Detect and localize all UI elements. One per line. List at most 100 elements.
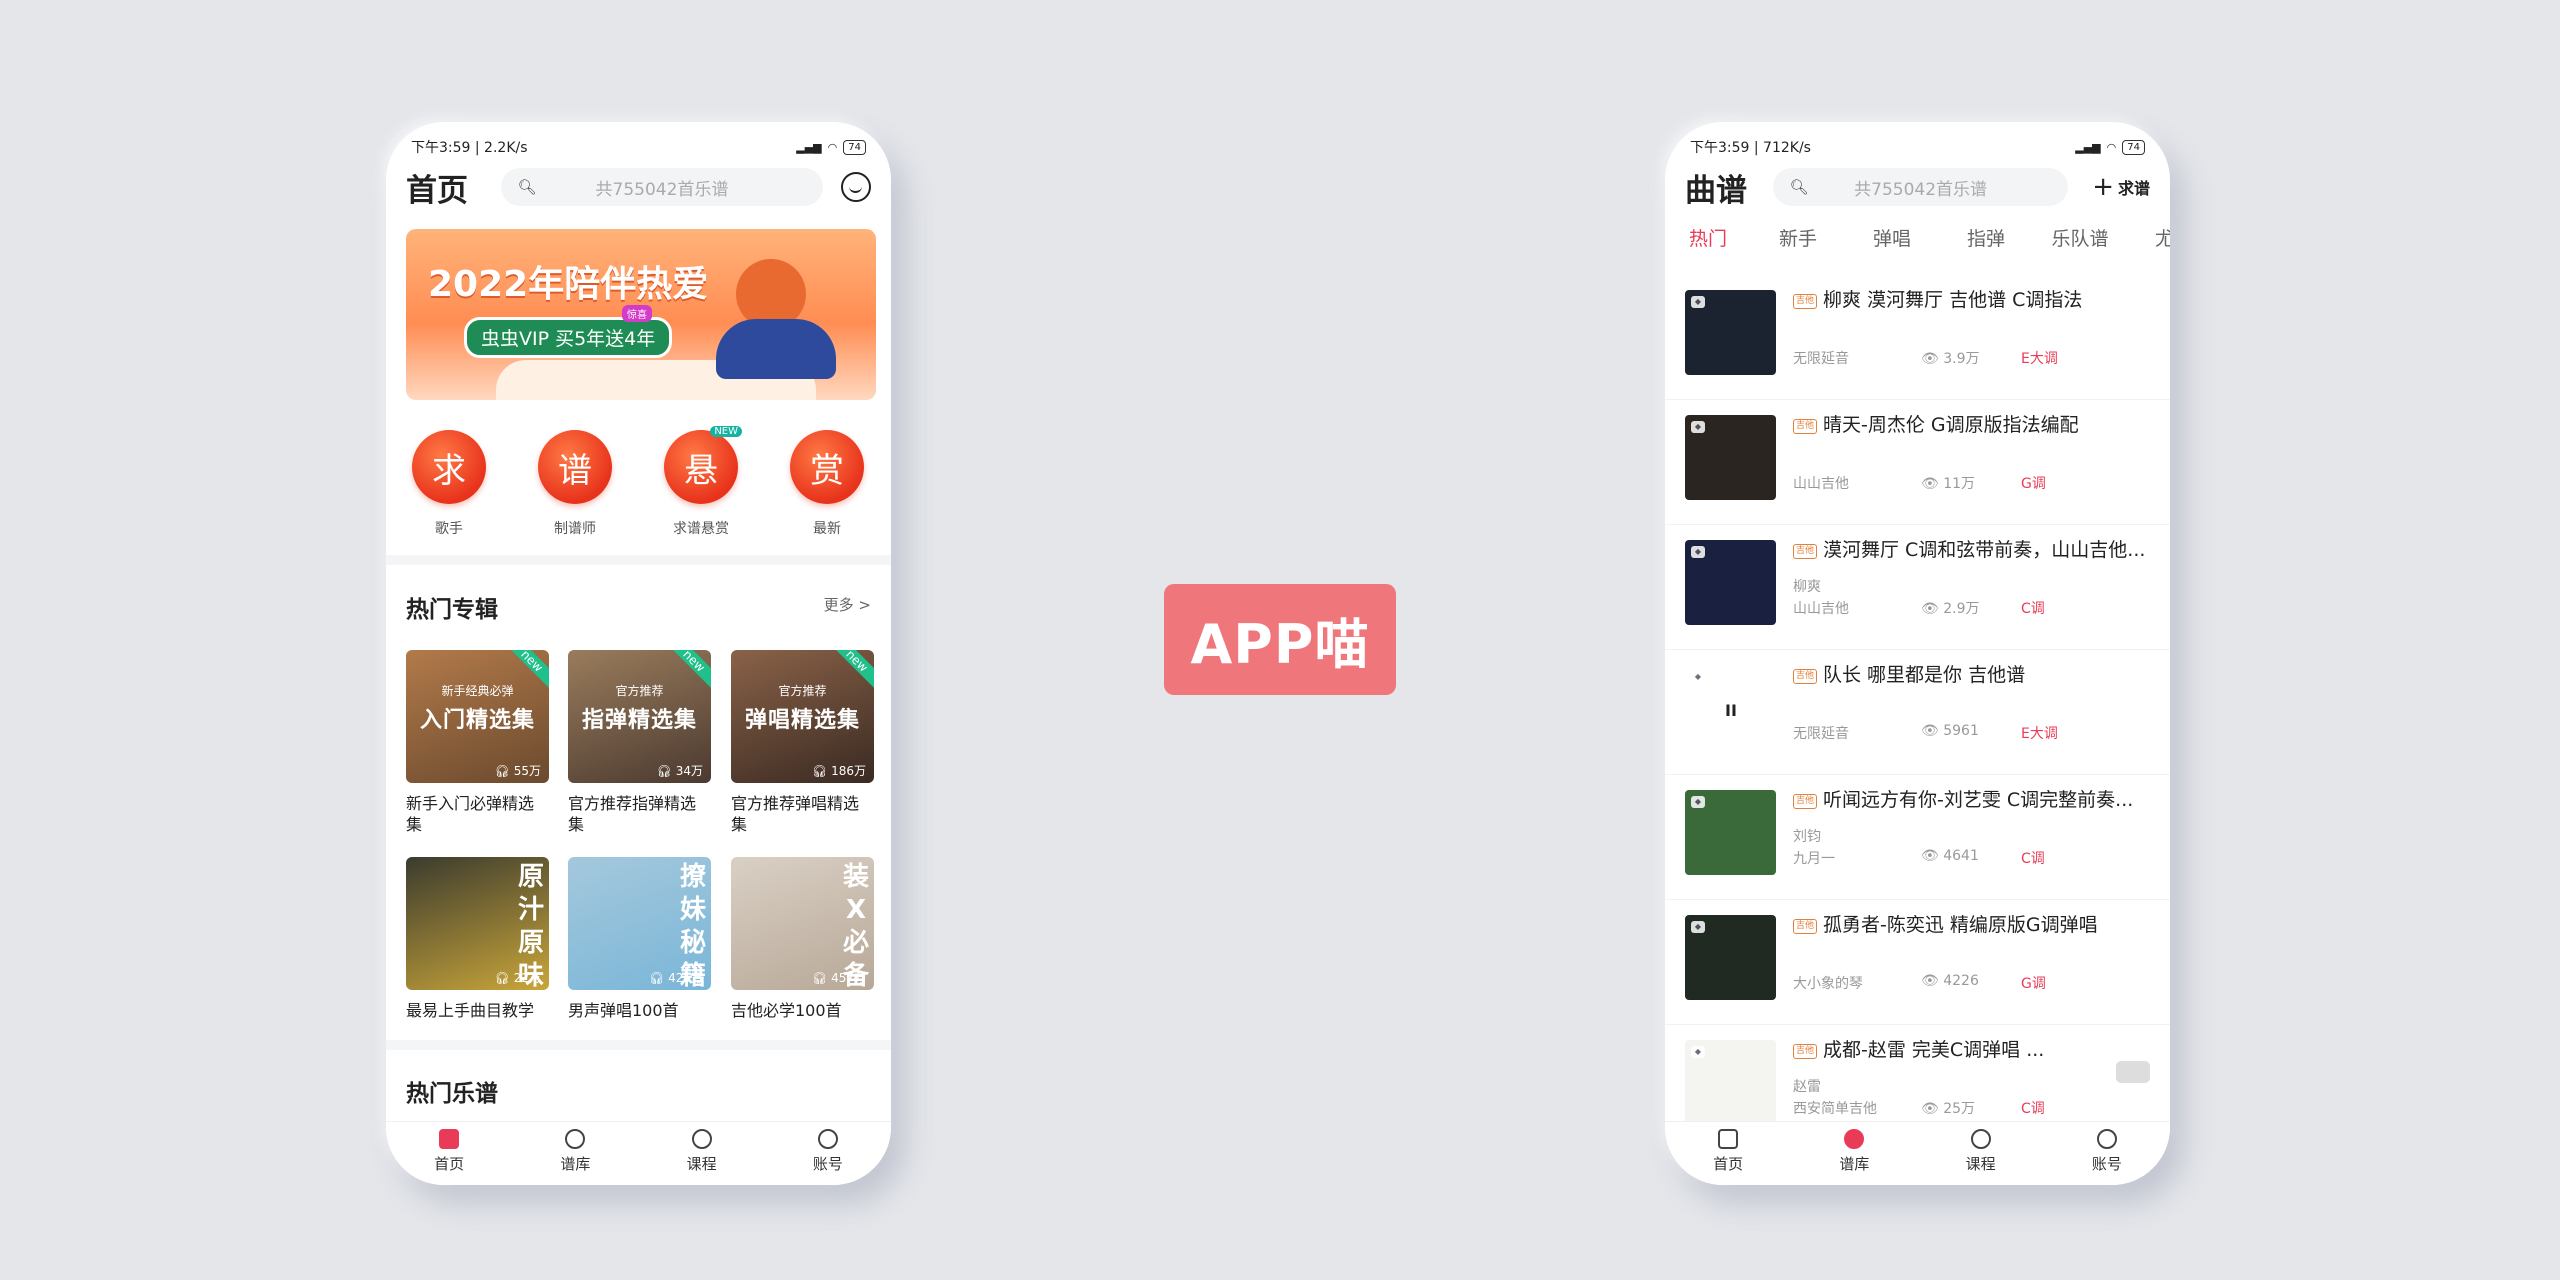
music-icon: [565, 1129, 586, 1149]
view-count: 👁︎ 3.9万: [1921, 351, 1980, 367]
search-placeholder: 共755042首乐谱: [1854, 179, 1988, 200]
quality-icon: ◆: [1691, 546, 1705, 558]
tab-band[interactable]: 乐队谱: [2033, 224, 2127, 260]
tab-hot[interactable]: 热门: [1665, 224, 1751, 260]
divider: [386, 555, 891, 565]
quick-entry-bounty[interactable]: 悬 NEW 求谱悬赏: [638, 426, 764, 538]
category-tabs: 热门 新手 弹唱 指弹 乐队谱 尤克: [1665, 224, 2170, 260]
tab-library[interactable]: 谱库: [1791, 1122, 1917, 1185]
tab-beginner[interactable]: 新手: [1751, 224, 1845, 260]
guitar-badge: 吉他: [1793, 669, 1818, 684]
guitar-badge: 吉他: [1793, 919, 1818, 934]
tab-courses[interactable]: 课程: [639, 1122, 765, 1185]
more-albums-link[interactable]: 更多 >: [824, 594, 871, 615]
view-count: 👁︎ 5961: [1921, 723, 1979, 739]
play-count: 🎧︎ 186万: [812, 764, 866, 778]
tab-ukulele[interactable]: 尤克: [2127, 224, 2170, 260]
guitar-badge: 吉他: [1793, 294, 1818, 309]
message-icon[interactable]: [841, 172, 871, 202]
search-input[interactable]: 🔍︎ 共755042首乐谱: [1773, 168, 2069, 206]
tab-account[interactable]: 账号: [2044, 1122, 2170, 1185]
album-caption: 官方推荐弹唱精选集: [731, 794, 860, 834]
album-card[interactable]: 官方推荐 指弹精选集 🎧︎ 34万 new 官方推荐指弹精选集: [568, 650, 711, 835]
tab-account[interactable]: 账号: [765, 1122, 891, 1185]
song-author: 西安简单吉他: [1793, 1101, 1877, 1117]
section-title-hot-scores: 热门乐谱: [406, 1081, 498, 1107]
page-title: 曲谱: [1685, 172, 1747, 209]
song-author: 大小象的琴: [1793, 976, 1863, 992]
play-count: 🎧︎ 22万: [494, 971, 541, 985]
play-count: 🎧︎ 34万: [656, 764, 703, 778]
song-row[interactable]: ◆ 吉他 漠河舞厅 C调和弦带前奏，山山吉他... 柳爽 山山吉他 👁︎ 2.9万 C调: [1665, 524, 2170, 650]
album-caption: 最易上手曲目教学: [406, 1001, 535, 1020]
album-cover: 官方推荐 指弹精选集 🎧︎ 34万 new: [568, 650, 711, 783]
battery-icon: 74: [2122, 139, 2145, 155]
song-row[interactable]: ◆ 吉他 孤勇者-陈奕迅 精编原版G调弹唱 大小象的琴 👁︎ 4226 G调: [1665, 899, 2170, 1025]
home-icon: [1718, 1129, 1739, 1149]
search-icon: 🔍︎: [1789, 178, 1809, 196]
song-row[interactable]: ◆ 吉他 柳爽 漠河舞厅 吉他谱 C调指法 无限延音 👁︎ 3.9万 E大调: [1665, 274, 2170, 400]
status-time: 下午3:59 | 712K/s: [1690, 140, 1811, 156]
signal-icon: ▂▄▆: [2075, 140, 2101, 154]
album-card[interactable]: 装X必备 🎧︎ 457万 吉他必学100首: [731, 857, 874, 1021]
song-title: 漠河舞厅 C调和弦带前奏，山山吉他...: [1823, 539, 2146, 561]
plus-icon: +: [2092, 172, 2114, 202]
tab-library[interactable]: 谱库: [512, 1122, 638, 1185]
watermark-label: APP喵: [1164, 584, 1396, 695]
search-input[interactable]: 🔍︎ 共755042首乐谱: [501, 168, 823, 206]
guitar-badge: 吉他: [1793, 544, 1818, 559]
tab-fingerstyle[interactable]: 指弹: [1939, 224, 2033, 260]
request-score-button[interactable]: + 求谱: [2092, 172, 2150, 202]
tab-home[interactable]: 首页: [386, 1122, 512, 1185]
quality-icon: ◆: [1691, 421, 1705, 433]
header: 曲谱 🔍︎ 共755042首乐谱 + 求谱: [1685, 162, 2150, 212]
quick-entry-icon: 赏: [790, 430, 864, 504]
promo-banner[interactable]: 2022年陪伴热爱 虫虫VIP 买5年送4年 惊喜: [406, 229, 876, 400]
song-author: 山山吉他: [1793, 601, 1849, 617]
song-singer: 柳爽: [1793, 579, 1821, 595]
song-key: G调: [2021, 976, 2046, 992]
home-icon: [439, 1129, 460, 1149]
quick-entry-singer[interactable]: 求 歌手: [386, 430, 512, 538]
pause-icon[interactable]: II: [1725, 701, 1737, 720]
new-badge: NEW: [710, 426, 742, 437]
song-key: E大调: [2021, 726, 2058, 742]
song-singer: 刘钧: [1793, 829, 1821, 845]
play-count: 🎧︎ 55万: [494, 764, 541, 778]
album-cover: 官方推荐 弹唱精选集 🎧︎ 186万 new: [731, 650, 874, 783]
album-caption: 吉他必学100首: [731, 1001, 842, 1020]
album-card[interactable]: 撩妹秘籍 🎧︎ 426万 男声弹唱100首: [568, 857, 711, 1021]
album-caption: 官方推荐指弹精选集: [568, 794, 697, 834]
play-count: 🎧︎ 426万: [649, 971, 703, 985]
quick-entry-composer[interactable]: 谱 制谱师: [512, 430, 638, 538]
song-title: 孤勇者-陈奕迅 精编原版G调弹唱: [1823, 914, 2098, 936]
song-singer: 赵雷: [1793, 1079, 1821, 1095]
banner-headline: 2022年陪伴热爱: [428, 264, 709, 305]
section-title-albums: 热门专辑: [406, 597, 498, 623]
view-count: 👁︎ 2.9万: [1921, 601, 1980, 617]
view-count: 👁︎ 4641: [1921, 848, 1979, 864]
song-row[interactable]: ◆ 吉他 队长 哪里都是你 吉他谱 无限延音 👁︎ 5961 E大调 II: [1665, 649, 2170, 775]
album-cover: 撩妹秘籍 🎧︎ 426万: [568, 857, 711, 990]
quick-entry-latest[interactable]: 赏 最新: [764, 430, 890, 538]
banner-promo: 虫虫VIP 买5年送4年: [464, 317, 673, 358]
quality-icon: ◆: [1691, 671, 1705, 683]
search-icon: 🔍︎: [517, 178, 537, 196]
search-placeholder: 共755042首乐谱: [595, 179, 729, 200]
smiley-icon: [817, 1129, 838, 1149]
tab-strum-sing[interactable]: 弹唱: [1845, 224, 1939, 260]
tab-courses[interactable]: 课程: [1918, 1122, 2044, 1185]
song-row[interactable]: ◆ 吉他 晴天-周杰伦 G调原版指法编配 山山吉他 👁︎ 11万 G调: [1665, 399, 2170, 525]
view-count: 👁︎ 11万: [1921, 476, 1976, 492]
album-card[interactable]: 原汁原味 🎧︎ 22万 最易上手曲目教学: [406, 857, 549, 1021]
tab-home[interactable]: 首页: [1665, 1122, 1791, 1185]
album-card[interactable]: 官方推荐 弹唱精选集 🎧︎ 186万 new 官方推荐弹唱精选集: [731, 650, 874, 835]
video-icon[interactable]: [2116, 1061, 2150, 1083]
guitar-badge: 吉他: [1793, 1044, 1818, 1059]
divider: [386, 1040, 891, 1050]
album-card[interactable]: 新手经典必弹 入门精选集 🎧︎ 55万 new 新手入门必弹精选集: [406, 650, 549, 835]
quality-icon: ◆: [1691, 921, 1705, 933]
quick-entry-icon: 谱: [538, 430, 612, 504]
song-row[interactable]: ◆ 吉他 听闻远方有你-刘艺雯 C调完整前奏... 刘钧 九月一 👁︎ 4641 C调: [1665, 774, 2170, 900]
song-title: 晴天-周杰伦 G调原版指法编配: [1823, 414, 2079, 436]
